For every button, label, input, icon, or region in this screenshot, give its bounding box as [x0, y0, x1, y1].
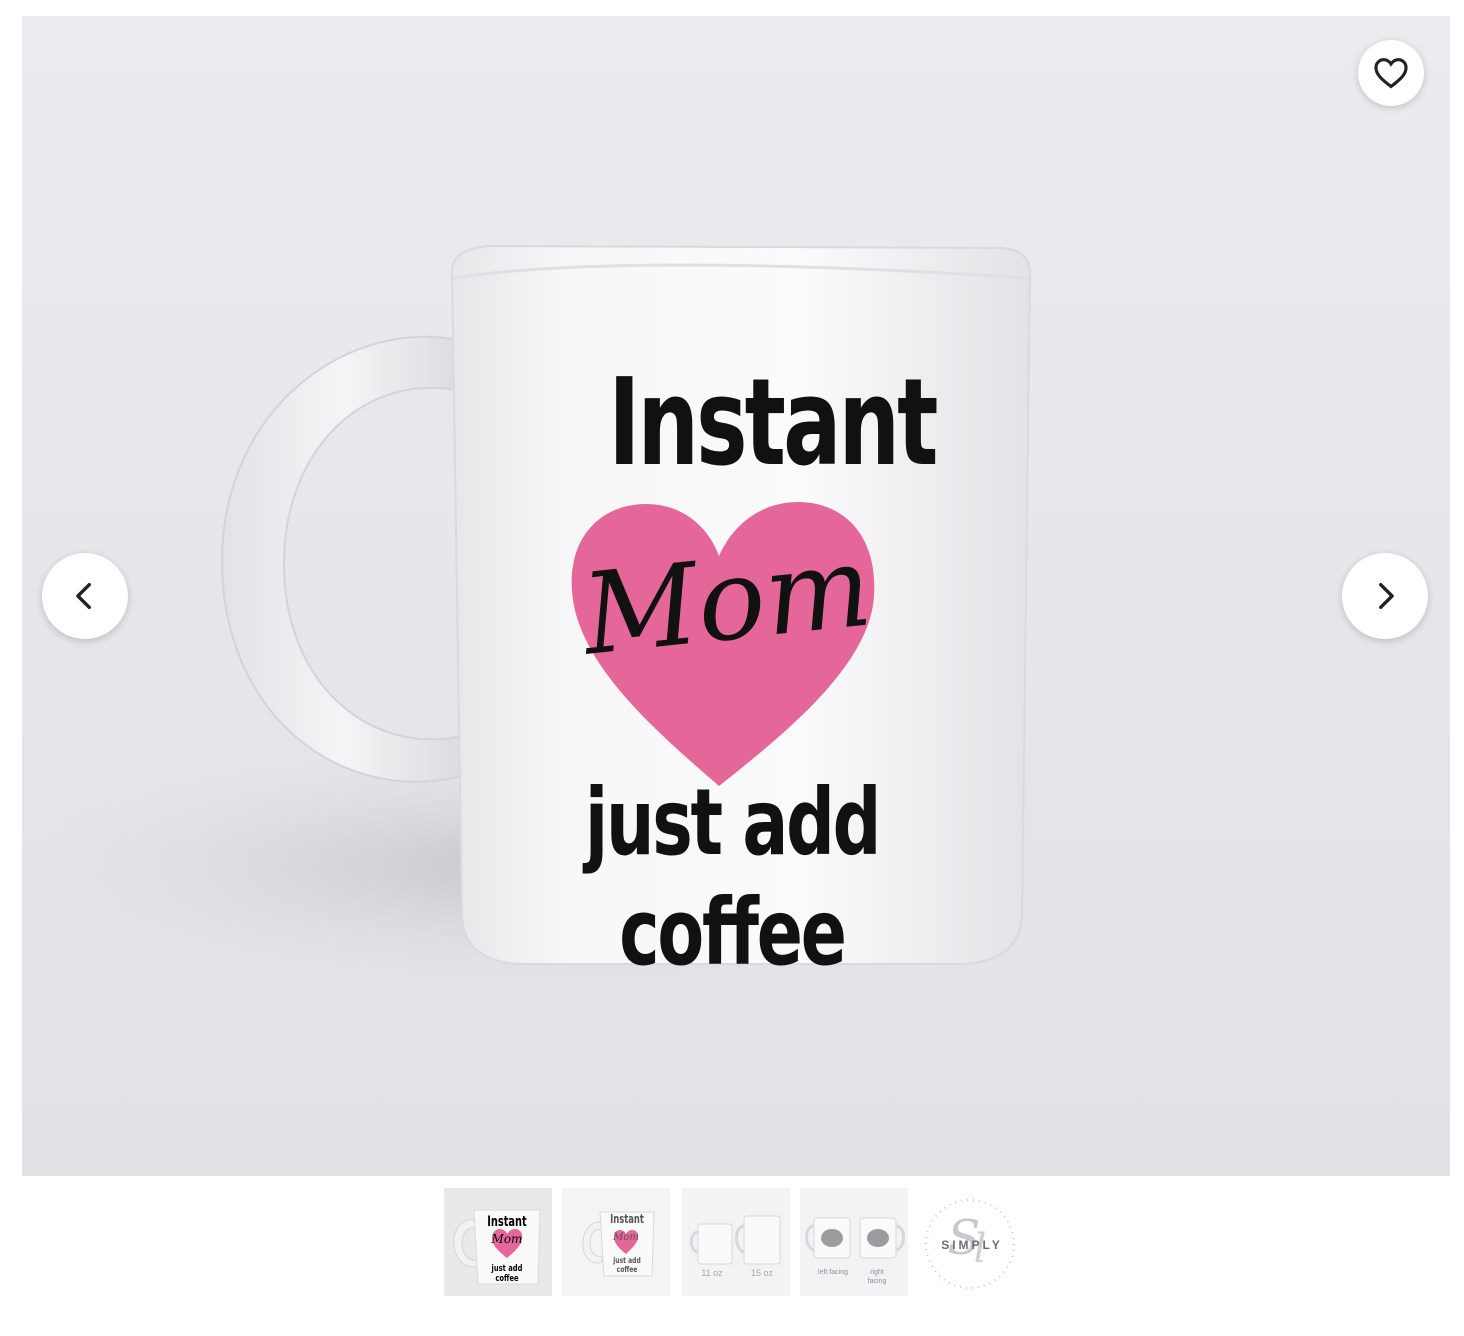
thumbnail-2[interactable]: Instant Mom just add coffee	[562, 1188, 670, 1296]
facing-label-right: right facing	[867, 1269, 887, 1285]
mug-handle	[220, 335, 463, 783]
chevron-right-icon	[1379, 582, 1394, 610]
thumbnail-text-1: Instant	[487, 1214, 527, 1230]
thumbnail-4[interactable]: left facing right facing	[800, 1188, 908, 1296]
heart-outline-icon	[1374, 58, 1408, 89]
next-image-button[interactable]	[1342, 553, 1428, 639]
thumbnail-5[interactable]: S l SIMPLY	[918, 1188, 1026, 1296]
mug-print-line3: just add coffee	[584, 769, 881, 986]
chevron-left-icon	[76, 582, 91, 610]
size-label-large: 15 oz	[750, 1268, 774, 1278]
thumbnail-sizes-image	[689, 1215, 781, 1265]
product-image-viewer[interactable]: Instant Mom just add coffee	[22, 16, 1450, 1176]
thumbnail-3[interactable]: 11 oz 15 oz	[682, 1188, 790, 1296]
thumbnail-text-3: just add coffee	[613, 1256, 641, 1274]
mug-print-line1: Instant	[608, 354, 938, 493]
thumbnail-1[interactable]: Instant Mom just add coffee	[444, 1188, 552, 1296]
size-label-small: 11 oz	[701, 1268, 723, 1278]
facing-label-left: left facing	[818, 1269, 848, 1276]
previous-image-button[interactable]	[42, 553, 128, 639]
thumbnail-text-2: Mom	[613, 1232, 639, 1243]
brand-logo-text: SIMPLY	[941, 1238, 1003, 1252]
thumbnail-text-2: Mom	[491, 1232, 523, 1246]
favorite-button[interactable]	[1358, 40, 1424, 106]
thumbnail-text-1: Instant	[610, 1212, 644, 1226]
thumbnail-text-3: just add coffee	[491, 1264, 523, 1284]
